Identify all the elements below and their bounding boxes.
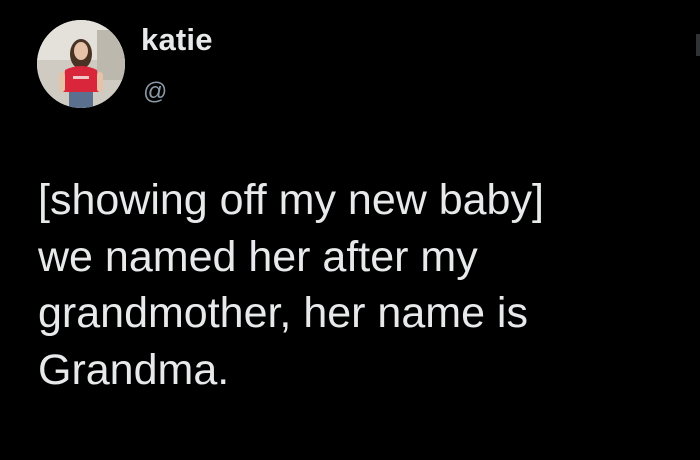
display-name[interactable]: katie [141, 21, 213, 59]
avatar-photo [37, 20, 125, 108]
edge-divider [696, 34, 700, 56]
tweet-text: [showing off my new baby] we named her a… [38, 176, 544, 394]
avatar[interactable] [37, 20, 125, 108]
tweet-card: katie @ [showing off my new baby] we nam… [0, 0, 700, 460]
user-handle[interactable]: @ [143, 78, 167, 106]
